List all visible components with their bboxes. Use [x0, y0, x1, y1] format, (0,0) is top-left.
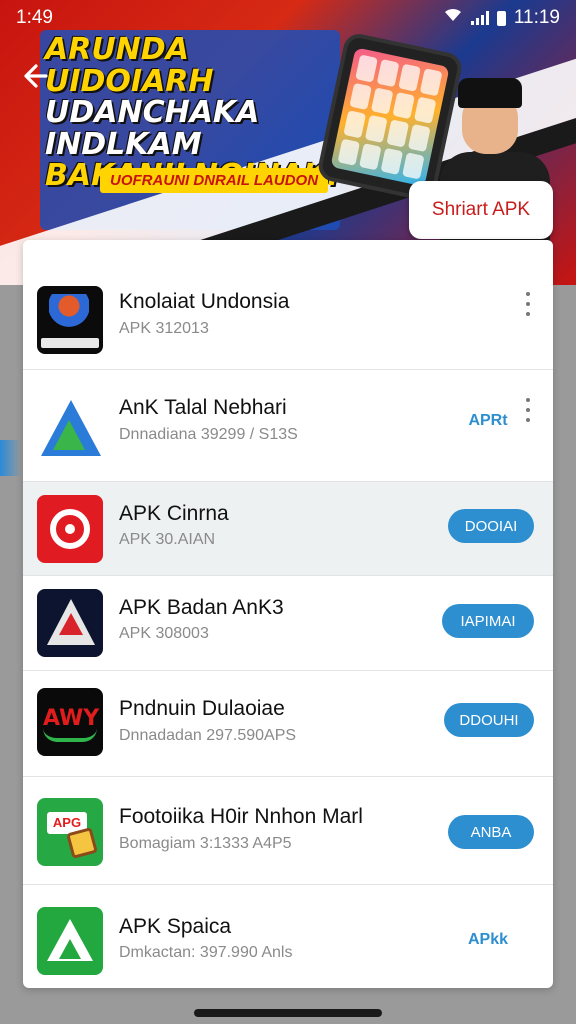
app-title: APK Cinrna	[119, 502, 229, 525]
app-subtitle: Dmkactan: 397.990 Anls	[119, 944, 293, 961]
start-apk-button[interactable]: Shriart APK	[409, 181, 553, 239]
status-bar: 1:49 11:19	[0, 0, 576, 36]
app-subtitle: APK 30.AIAN	[119, 531, 216, 548]
app-subtitle: Dnnadadan 297.590APS	[119, 727, 297, 744]
status-time: 1:49	[16, 7, 53, 28]
app-title: AnK Talal Nebhari	[119, 396, 287, 419]
edge-glow	[0, 440, 22, 476]
headline-line-1: ARUNDA UIDOIARH	[45, 32, 214, 99]
list-item[interactable]: APK Spaica Dmkactan: 397.990 Anls APkk	[23, 885, 553, 988]
app-action-button[interactable]: APRt	[453, 406, 523, 436]
app-list: Knolaiat Undonsia APK 312013 AnK Talal N…	[23, 240, 553, 988]
app-subtitle: Bomagiam 3:1333 A4P5	[119, 835, 292, 852]
list-item[interactable]: APG Footoiika H0ir Nnhon Marl Bomagiam 3…	[23, 777, 553, 885]
app-subtitle: APK 308003	[119, 625, 209, 642]
app-title: Pndnuin Dulaoiae	[119, 697, 285, 720]
list-item[interactable]: AnK Talal Nebhari Dnnadiana 39299 / S13S…	[23, 370, 553, 482]
signal-icon	[470, 11, 489, 25]
app-title: APK Badan AnK3	[119, 596, 284, 619]
app-action-button[interactable]: IAPIMAI	[442, 604, 534, 638]
app-subtitle: APK 312013	[119, 320, 209, 337]
app-action-button[interactable]: ANBA	[448, 815, 534, 849]
wifi-icon	[443, 7, 463, 29]
app-action-button[interactable]: DOOIAI	[448, 509, 534, 543]
list-item[interactable]: AWY Pndnuin Dulaoiae Dnnadadan 297.590AP…	[23, 671, 553, 777]
app-icon-green-triangle	[37, 907, 103, 975]
status-clock: 11:19	[513, 7, 560, 28]
app-icon-dark-triangle	[37, 589, 103, 657]
back-arrow-icon[interactable]	[18, 58, 54, 94]
app-icon-hero	[37, 286, 103, 354]
app-title: Footoiika H0ir Nnhon Marl	[119, 805, 363, 828]
app-title: Knolaiat Undonsia	[119, 290, 290, 313]
app-icon-logo: AWY	[37, 688, 103, 756]
app-icon-apk-tag: APG	[37, 798, 103, 866]
battery-icon	[496, 10, 506, 26]
app-icon-triangle	[37, 394, 103, 462]
list-item[interactable]: APK Cinrna APK 30.AIAN DOOIAI	[23, 482, 553, 576]
app-icon-red-ring	[37, 495, 103, 563]
headline-line-2: UDANCHAKA INDLKAM	[45, 95, 260, 162]
app-action-button[interactable]: DDOUHI	[444, 703, 534, 737]
banner-subtitle: UOFRAUNI DNRAIL LAUDON	[100, 168, 329, 193]
home-indicator[interactable]	[194, 1009, 382, 1017]
app-action-button[interactable]: APkk	[453, 925, 523, 955]
list-item[interactable]: APK Badan AnK3 APK 308003 IAPIMAI	[23, 576, 553, 671]
more-vert-icon[interactable]	[519, 292, 537, 316]
list-item[interactable]: Knolaiat Undonsia APK 312013	[23, 250, 553, 370]
app-title: APK Spaica	[119, 915, 232, 938]
app-subtitle: Dnnadiana 39299 / S13S	[119, 426, 298, 443]
